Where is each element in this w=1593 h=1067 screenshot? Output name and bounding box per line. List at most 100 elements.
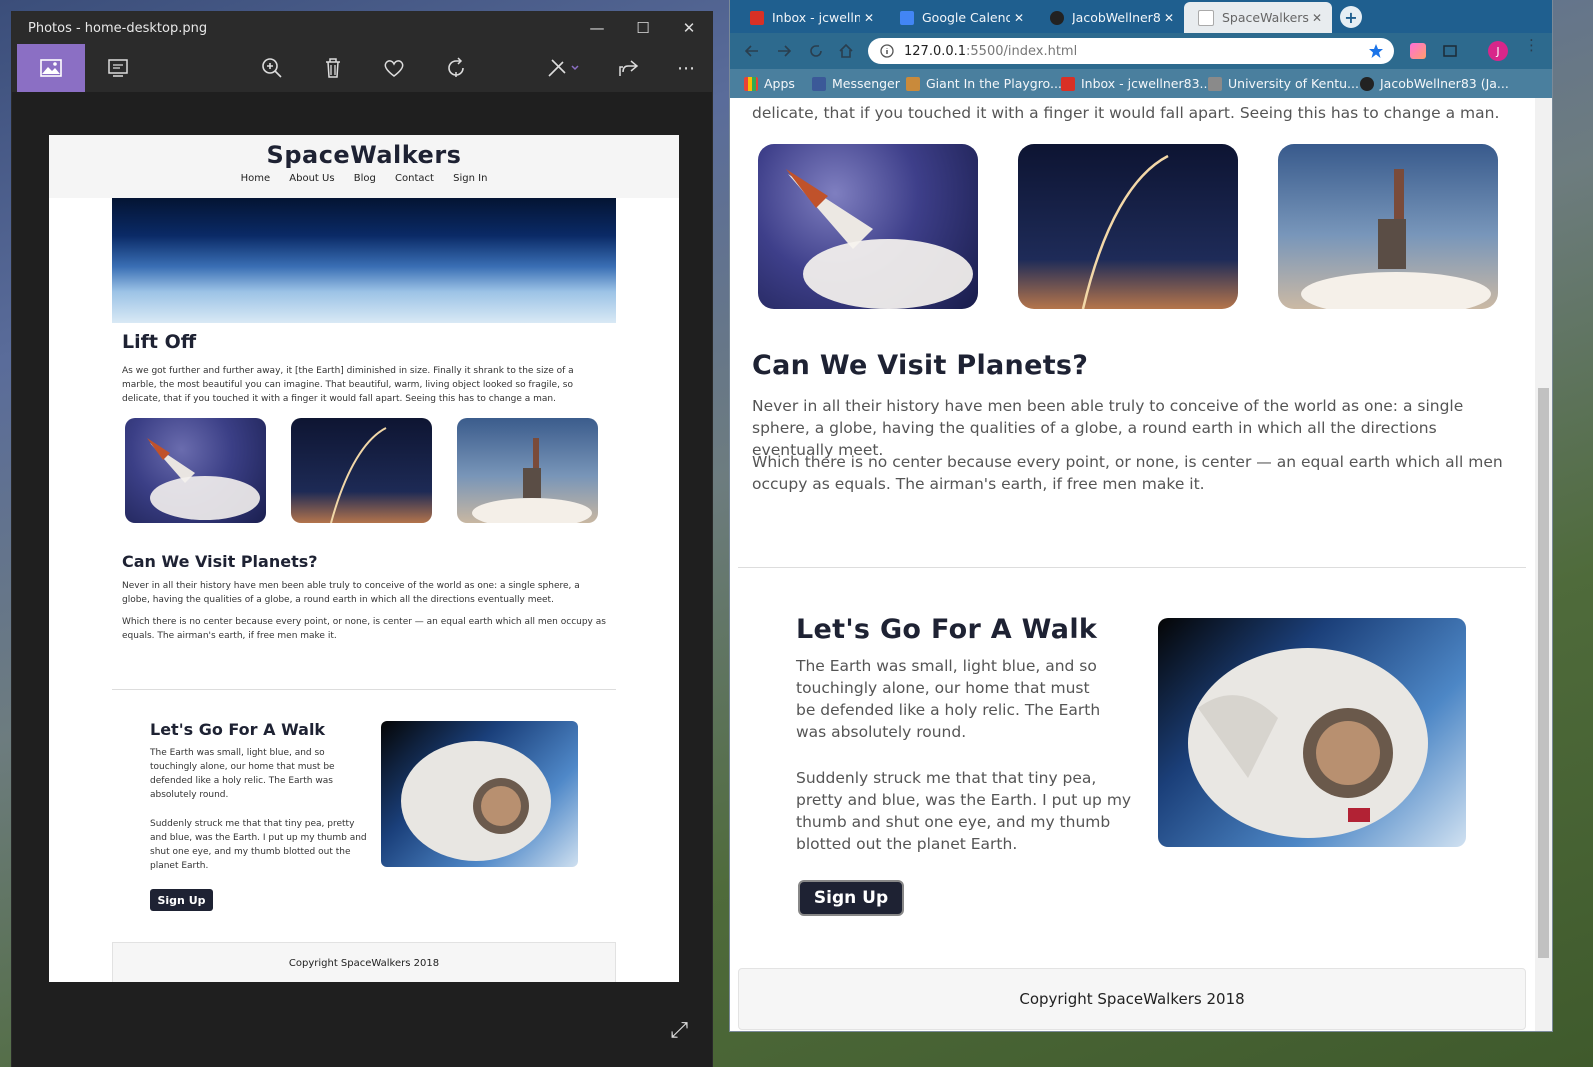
tab-inbox[interactable]: Inbox - jcwellner ✕ <box>736 2 884 33</box>
forward-icon[interactable] <box>776 43 792 59</box>
mini-planets-title: Can We Visit Planets? <box>122 552 318 571</box>
heart-icon[interactable] <box>370 44 418 92</box>
shuttle-image <box>758 144 978 309</box>
section-divider <box>738 567 1526 568</box>
bookmark-label: Apps <box>764 76 795 91</box>
maximize-button[interactable]: ☐ <box>620 12 666 44</box>
back-icon[interactable] <box>744 43 760 59</box>
bookmark-inbox[interactable]: Inbox - jcwellner83... <box>1061 69 1211 98</box>
mini-footer: Copyright SpaceWalkers 2018 <box>112 942 616 982</box>
new-tab-button[interactable]: + <box>1340 6 1362 28</box>
rotate-icon[interactable] <box>432 44 480 92</box>
mini-planets-p1: Never in all their history have men been… <box>122 581 580 605</box>
footer: Copyright SpaceWalkers 2018 <box>738 968 1526 1030</box>
mini-signup-button: Sign Up <box>150 889 213 911</box>
delete-icon[interactable] <box>309 44 357 92</box>
menu-icon[interactable]: ⋮ <box>1524 38 1539 53</box>
github-icon <box>1050 10 1064 25</box>
bookmark-label: Inbox - jcwellner83... <box>1081 76 1212 91</box>
mini-hero-earth-image <box>112 198 616 323</box>
chrome-window: Inbox - jcwellner ✕ Google Calendar ✕ Ja… <box>730 0 1552 1031</box>
tab-close-icon[interactable]: ✕ <box>1014 11 1024 25</box>
site-icon <box>906 76 920 91</box>
mini-trail-thumb <box>291 418 432 523</box>
bookmark-messenger[interactable]: Messenger <box>812 69 900 98</box>
tab-calendar[interactable]: Google Calendar ✕ <box>886 2 1034 33</box>
slideshow-icon[interactable] <box>94 44 142 92</box>
mini-walk-title: Let's Go For A Walk <box>150 720 326 739</box>
more-icon[interactable]: ⋯ <box>662 44 710 92</box>
mini-liftoff-title: Lift Off <box>122 331 197 353</box>
mini-walk-p1: The Earth was small, light blue, and so … <box>150 748 335 800</box>
mini-nav-contact: Contact <box>395 173 434 184</box>
mini-shuttle-thumb <box>125 418 266 523</box>
walk-paragraph-2: Suddenly struck me that that tiny pea, p… <box>796 769 1132 853</box>
calendar-icon <box>900 10 914 25</box>
address-bar[interactable]: 127.0.0.1:5500/index.html <box>868 38 1394 64</box>
info-icon[interactable] <box>880 44 894 58</box>
rocket-trail-image <box>1018 144 1238 309</box>
liftoff-text-tail: delicate, that if you touched it with a … <box>752 104 1500 122</box>
tab-label: JacobWellner83 <box>1072 10 1160 25</box>
site-icon <box>1208 76 1222 91</box>
extension-icon[interactable] <box>1410 43 1426 59</box>
bookmarks-bar: Apps Messenger Giant In the Playgro... I… <box>730 69 1552 98</box>
mini-nav-blog: Blog <box>353 173 376 184</box>
tab-strip: Inbox - jcwellner ✕ Google Calendar ✕ Ja… <box>730 0 1552 33</box>
tab-github[interactable]: JacobWellner83 ✕ <box>1036 2 1184 33</box>
home-icon[interactable] <box>838 43 854 59</box>
bookmark-github[interactable]: JacobWellner83 (Ja... <box>1360 69 1509 98</box>
cast-icon[interactable] <box>1442 43 1458 59</box>
mini-walk-p2: Suddenly struck me that that tiny pea, p… <box>150 819 367 871</box>
edit-icon[interactable] <box>532 44 596 92</box>
signup-button[interactable]: Sign Up <box>798 880 904 916</box>
bookmark-university[interactable]: University of Kentu... <box>1208 69 1359 98</box>
mini-brand: SpaceWalkers <box>266 141 462 169</box>
zoom-icon[interactable] <box>248 44 296 92</box>
mini-nav-signin: Sign In <box>453 173 488 184</box>
reload-icon[interactable] <box>808 43 824 59</box>
tab-label: Google Calendar <box>922 10 1010 25</box>
page-icon <box>1198 9 1214 26</box>
mini-nav: Home About Us Blog Contact Sign In <box>49 173 679 184</box>
bookmark-giant[interactable]: Giant In the Playgro... <box>906 69 1062 98</box>
github-icon <box>1360 76 1374 91</box>
walk-title: Let's Go For A Walk <box>796 614 1098 645</box>
walk-paragraph-1: The Earth was small, light blue, and so … <box>796 657 1101 741</box>
mini-liftoff-text: As we got further and further away, it [… <box>122 366 574 404</box>
launchpad-image <box>1278 144 1498 309</box>
tab-spacewalkers[interactable]: SpaceWalkers ✕ <box>1184 2 1332 33</box>
planets-paragraph-2: Which there is no center because every p… <box>752 453 1503 493</box>
toolbar: 127.0.0.1:5500/index.html J ⋮ <box>730 33 1552 69</box>
tab-close-icon[interactable]: ✕ <box>1164 11 1174 25</box>
facebook-icon <box>812 76 826 91</box>
scrollbar[interactable] <box>1535 98 1552 1031</box>
planets-title: Can We Visit Planets? <box>752 350 1089 381</box>
close-button[interactable]: ✕ <box>666 12 712 44</box>
bookmark-label: University of Kentu... <box>1228 76 1359 91</box>
share-icon[interactable] <box>605 44 653 92</box>
photos-window-title: Photos - home-desktop.png <box>28 20 208 36</box>
tab-label: SpaceWalkers <box>1222 10 1309 25</box>
bookmark-apps[interactable]: Apps <box>744 69 795 98</box>
mini-nav-home: Home <box>240 173 271 184</box>
url-host: 127.0.0.1 <box>904 43 967 59</box>
mini-header: SpaceWalkers Home About Us Blog Contact … <box>49 135 679 198</box>
url-path: :5500/index.html <box>966 43 1078 59</box>
expand-icon[interactable]: ⤢ <box>670 1018 688 1043</box>
bookmark-label: Messenger <box>832 76 900 91</box>
photo-viewer: SpaceWalkers Home About Us Blog Contact … <box>12 92 712 1067</box>
scrollbar-thumb[interactable] <box>1538 388 1549 958</box>
webpage-content: delicate, that if you touched it with a … <box>730 98 1535 1031</box>
tab-close-icon[interactable]: ✕ <box>864 11 874 25</box>
photos-toolbar: ⋯ <box>12 44 712 92</box>
mini-nav-about: About Us <box>289 173 335 184</box>
tab-close-icon[interactable]: ✕ <box>1312 11 1322 25</box>
bookmark-star-icon[interactable] <box>1368 43 1384 59</box>
image-icon[interactable] <box>17 44 85 92</box>
gmail-icon <box>750 10 764 25</box>
bookmark-label: Giant In the Playgro... <box>926 76 1062 91</box>
profile-avatar[interactable]: J <box>1488 41 1508 61</box>
mini-planets-p2: Which there is no center because every p… <box>122 617 606 641</box>
minimize-button[interactable]: — <box>574 12 620 44</box>
